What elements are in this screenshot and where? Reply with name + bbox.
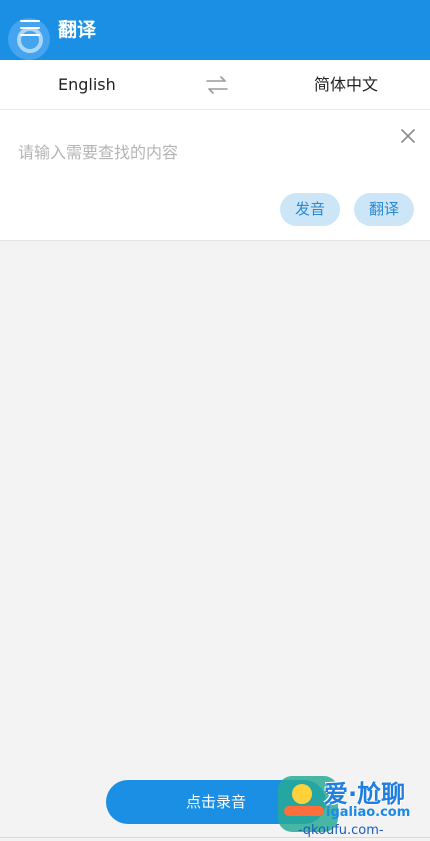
page-title: 翻译 [58, 19, 97, 41]
app-header: 翻译 [0, 0, 430, 60]
translation-input-card: 发音 翻译 [0, 110, 430, 241]
watermark-subtext: -qkoufu.com- [298, 823, 384, 838]
watermark-title: 爱·尬聊 [324, 780, 406, 808]
hamburger-menu-icon[interactable] [20, 20, 40, 40]
language-selector-bar: English 简体中文 [0, 60, 430, 110]
watermark-domain: igaliao.com [326, 805, 411, 820]
close-icon[interactable] [400, 128, 416, 144]
speak-button[interactable]: 发音 [280, 193, 340, 226]
watermark: 爱·尬聊 igaliao.com -qkoufu.com- [270, 772, 430, 841]
swap-arrows-icon[interactable] [205, 74, 229, 96]
search-input[interactable] [18, 122, 378, 182]
translate-button[interactable]: 翻译 [354, 193, 414, 226]
target-language-selector[interactable]: 简体中文 [314, 60, 378, 109]
source-language-selector[interactable]: English [58, 60, 116, 109]
